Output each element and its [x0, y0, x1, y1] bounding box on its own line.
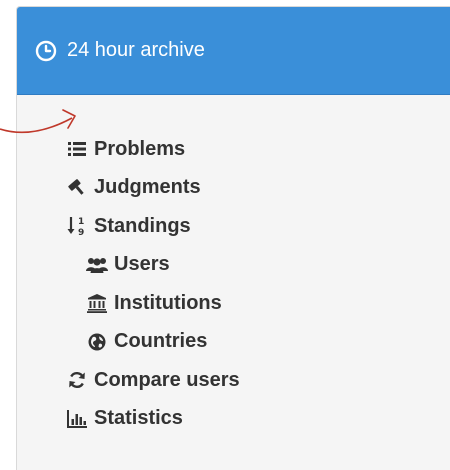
menu-item-statistics[interactable]: Statistics — [64, 400, 240, 439]
menu-item-label: Countries — [114, 330, 208, 353]
list-icon — [64, 138, 90, 160]
svg-text:1: 1 — [78, 217, 84, 227]
sort-numeric-icon: 1 9 — [64, 215, 90, 237]
menu-item-countries[interactable]: Countries — [64, 323, 240, 362]
globe-icon — [84, 331, 110, 353]
menu-item-label: Institutions — [114, 291, 222, 314]
refresh-icon — [64, 369, 90, 391]
clock-icon — [35, 40, 57, 62]
gavel-icon — [64, 177, 90, 199]
menu-item-compare-users[interactable]: Compare users — [64, 361, 240, 400]
menu-item-label: Compare users — [94, 368, 240, 391]
menu-item-standings[interactable]: 1 9 Standings — [64, 207, 240, 246]
panel-title: 24 hour archive — [67, 39, 205, 61]
users-icon — [84, 254, 110, 276]
menu-item-users[interactable]: Users — [64, 246, 240, 285]
menu-item-label: Problems — [94, 137, 186, 160]
institution-icon — [84, 292, 110, 314]
menu-item-label: Statistics — [94, 407, 183, 430]
menu-item-label: Judgments — [94, 176, 201, 199]
menu-item-judgments[interactable]: Judgments — [64, 169, 240, 208]
svg-text:9: 9 — [78, 228, 84, 237]
panel-header[interactable]: 24 hour archive — [17, 7, 450, 95]
menu-item-institutions[interactable]: Institutions — [64, 284, 240, 323]
menu-item-label: Standings — [94, 214, 191, 237]
menu-item-label: Users — [114, 253, 170, 276]
menu-item-problems[interactable]: Problems — [64, 130, 240, 169]
archive-menu: Problems Judgments 1 9 Standings Users I… — [64, 130, 240, 438]
bar-chart-icon — [64, 408, 90, 430]
